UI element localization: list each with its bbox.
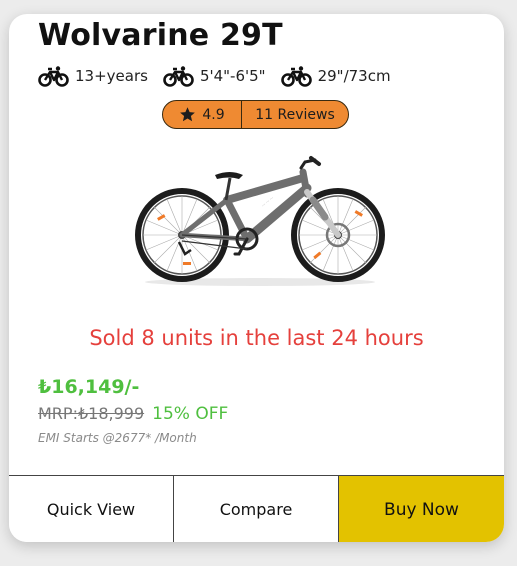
- action-bar: Quick View Compare Buy Now: [9, 475, 504, 542]
- product-specs: 13+years 5'4"-6'5" 29"/73cm: [38, 64, 406, 88]
- star-icon: [180, 107, 196, 122]
- spec-height-text: 5'4"-6'5": [199, 67, 266, 85]
- bicycle-icon: [38, 66, 69, 87]
- spec-height: 5'4"-6'5": [163, 65, 266, 87]
- product-title: Wolvarine 29T: [38, 18, 283, 53]
- buy-now-button[interactable]: Buy Now: [339, 476, 504, 542]
- rating-score-section: 4.9: [163, 101, 242, 128]
- bicycle-image[interactable]: ~~~: [135, 142, 385, 288]
- spec-age: 13+years: [38, 65, 148, 87]
- discount-badge: 15% OFF: [152, 404, 229, 424]
- product-card: Wolvarine 29T 13+years 5'4"-6'5" 29"/73c…: [9, 14, 504, 542]
- mrp-price: MRP:₺18,999: [38, 404, 145, 423]
- spec-wheel-text: 29"/73cm: [317, 67, 391, 85]
- bicycle-icon: [163, 66, 194, 87]
- emi-text: EMI Starts @2677* /Month: [38, 431, 197, 445]
- rating-badge[interactable]: 4.9 11 Reviews: [162, 100, 349, 129]
- svg-text:~~~: ~~~: [260, 194, 276, 209]
- quick-view-button[interactable]: Quick View: [9, 476, 174, 542]
- bicycle-icon: [280, 66, 312, 87]
- mrp-row: MRP:₺18,999 15% OFF: [38, 404, 228, 424]
- rating-reviews-section[interactable]: 11 Reviews: [242, 101, 348, 128]
- sold-count-text: Sold 8 units in the last 24 hours: [89, 326, 424, 350]
- reviews-link[interactable]: 11 Reviews: [255, 107, 335, 123]
- spec-wheel: 29"/73cm: [280, 65, 391, 87]
- sale-price: ₺16,149/-: [38, 376, 140, 398]
- spec-age-text: 13+years: [75, 67, 148, 85]
- compare-button[interactable]: Compare: [174, 476, 339, 542]
- rating-score: 4.9: [202, 106, 225, 123]
